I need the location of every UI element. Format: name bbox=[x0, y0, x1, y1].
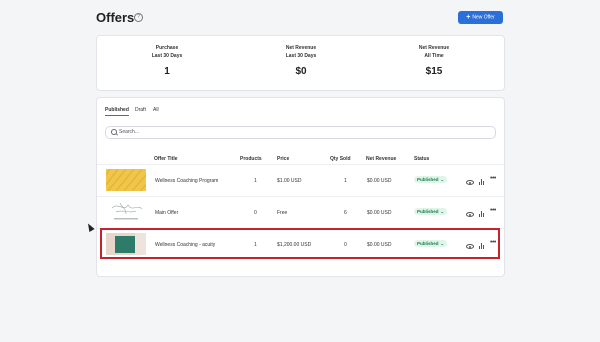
status-label: Published bbox=[417, 177, 439, 182]
tab-draft[interactable]: Draft bbox=[135, 107, 146, 113]
stat-label: Net Revenue bbox=[418, 45, 450, 51]
analytics-icon[interactable] bbox=[479, 209, 487, 217]
more-options-icon[interactable]: ••• bbox=[490, 175, 498, 184]
search-input[interactable] bbox=[119, 128, 479, 136]
col-net-revenue: Net Revenue bbox=[366, 156, 397, 162]
col-price: Price bbox=[277, 156, 290, 162]
new-offer-label: New Offer bbox=[472, 14, 495, 21]
tab-all[interactable]: All bbox=[153, 107, 159, 113]
offer-price: $1.00 USD bbox=[277, 178, 302, 184]
thumbnail-pattern bbox=[106, 169, 146, 191]
status-label: Published bbox=[417, 209, 439, 214]
tab-published[interactable]: Published bbox=[105, 107, 129, 116]
new-offer-button[interactable]: + New Offer bbox=[458, 11, 503, 24]
stat-sublabel: All Time bbox=[424, 53, 444, 59]
offer-products: 0 bbox=[254, 210, 257, 216]
offer-title[interactable]: Main Offer bbox=[155, 210, 178, 216]
preview-eye-icon[interactable] bbox=[466, 180, 474, 185]
col-products: Products bbox=[240, 156, 262, 162]
offer-net-revenue: $0.00 USD bbox=[367, 178, 392, 184]
table-row[interactable]: Wellness Coaching Program 1 $1.00 USD 1 … bbox=[97, 165, 504, 196]
table-row[interactable]: Main Offer 0 Free 6 $0.00 USD Published ⌄… bbox=[97, 197, 504, 228]
stat-sublabel: Last 30 Days bbox=[285, 53, 317, 59]
thumbnail-logo bbox=[106, 200, 146, 222]
preview-eye-icon[interactable] bbox=[466, 212, 474, 217]
page-title: Offers bbox=[96, 10, 135, 25]
analytics-icon[interactable] bbox=[479, 177, 487, 185]
offer-thumbnail bbox=[106, 169, 146, 191]
help-icon[interactable]: ? bbox=[134, 13, 143, 22]
stat-sublabel: Last 30 Days bbox=[151, 53, 183, 59]
offer-title[interactable]: Wellness Coaching Program bbox=[155, 178, 218, 184]
col-status: Status bbox=[414, 156, 430, 162]
stat-value: $15 bbox=[425, 66, 443, 77]
row-highlight-frame bbox=[100, 228, 500, 259]
offer-price: Free bbox=[277, 210, 288, 216]
status-badge[interactable]: Published ⌄ bbox=[414, 176, 447, 183]
offer-products: 1 bbox=[254, 178, 257, 184]
stat-value: $0 bbox=[295, 66, 307, 77]
offer-net-revenue: $0.00 USD bbox=[367, 210, 392, 216]
plus-icon: + bbox=[466, 14, 471, 21]
stat-purchases: Purchase Last 30 Days 1 bbox=[107, 44, 227, 77]
stat-net-revenue-30d: Net Revenue Last 30 Days $0 bbox=[241, 44, 361, 77]
chevron-down-icon: ⌄ bbox=[440, 209, 444, 214]
stats-card: Purchase Last 30 Days 1 Net Revenue Last… bbox=[96, 35, 505, 91]
status-badge[interactable]: Published ⌄ bbox=[414, 208, 447, 215]
search-box bbox=[105, 126, 496, 139]
stat-label: Net Revenue bbox=[285, 45, 317, 51]
col-offer-title: Offer Title bbox=[154, 156, 178, 162]
chevron-down-icon: ⌄ bbox=[440, 177, 444, 182]
stat-value: 1 bbox=[164, 66, 170, 77]
stat-net-revenue-all: Net Revenue All Time $15 bbox=[374, 44, 494, 77]
stat-label: Purchase bbox=[155, 45, 179, 51]
offer-qty-sold: 1 bbox=[344, 178, 347, 184]
offers-page: Offers ? + New Offer Purchase Last 30 Day… bbox=[0, 0, 600, 342]
offer-thumbnail bbox=[106, 200, 146, 222]
offer-qty-sold: 6 bbox=[344, 210, 347, 216]
col-qty-sold: Qty Sold bbox=[330, 156, 351, 162]
mouse-cursor-icon bbox=[85, 222, 95, 232]
search-icon bbox=[111, 129, 117, 135]
more-options-icon[interactable]: ••• bbox=[490, 207, 498, 216]
